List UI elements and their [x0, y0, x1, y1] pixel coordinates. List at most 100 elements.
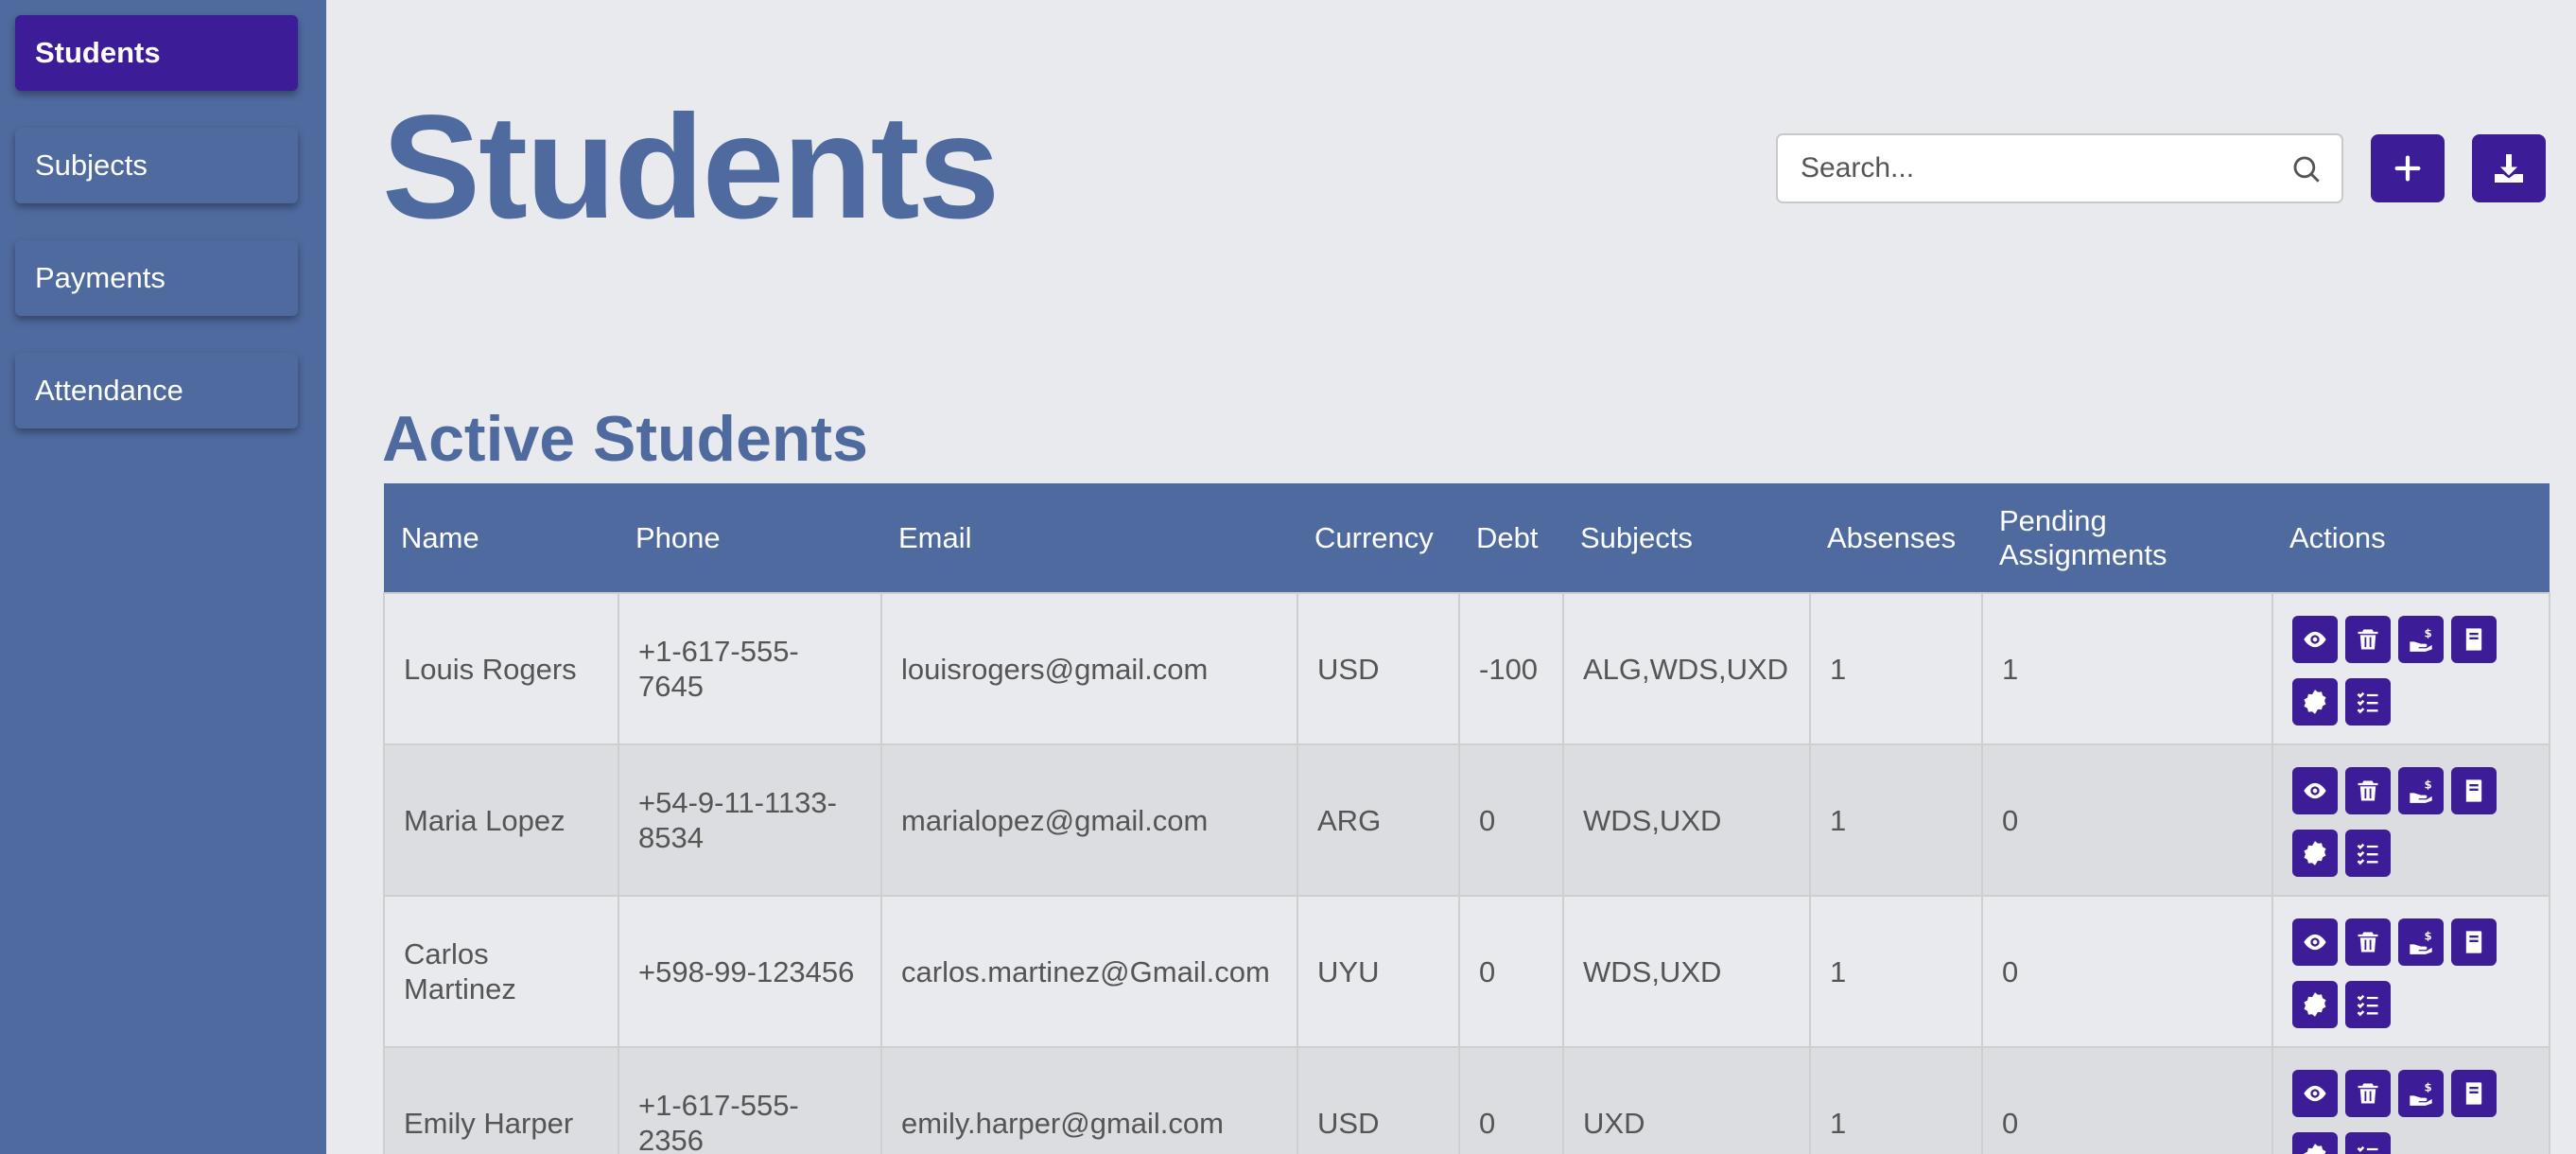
checklist-icon	[2357, 994, 2378, 1017]
cell-debt: 0	[1458, 1046, 1564, 1154]
cell-name: Louis Rogers	[383, 592, 619, 745]
checklist-button[interactable]	[2345, 1132, 2391, 1154]
payment-hand-button[interactable]: $	[2398, 767, 2444, 814]
book-icon	[2465, 931, 2482, 953]
badge-button[interactable]	[2292, 981, 2338, 1028]
payment-hand-icon: $	[2410, 778, 2432, 803]
cell-phone: +54-9-11-1133-8534	[618, 743, 882, 897]
eye-icon	[2304, 934, 2326, 951]
sidebar-item-payments[interactable]: Payments	[15, 240, 298, 316]
sidebar-item-attendance[interactable]: Attendance	[15, 353, 298, 428]
cell-subjects: WDS,UXD	[1562, 743, 1811, 897]
sidebar-item-subjects[interactable]: Subjects	[15, 128, 298, 203]
cell-subjects: ALG,WDS,UXD	[1562, 592, 1811, 745]
students-table: Name Phone Email Currency Debt Subjects …	[383, 483, 2550, 1154]
cell-debt: -100	[1458, 592, 1564, 745]
cell-debt: 0	[1458, 743, 1564, 897]
col-header-subjects[interactable]: Subjects	[1563, 483, 1810, 593]
add-student-button[interactable]	[2371, 134, 2445, 202]
book-button[interactable]	[2451, 918, 2497, 966]
cell-pending: 0	[1981, 895, 2273, 1048]
trash-icon	[2358, 780, 2378, 801]
badge-button[interactable]	[2292, 678, 2338, 726]
payment-hand-button[interactable]: $	[2398, 918, 2444, 966]
table-row: Maria Lopez +54-9-11-1133-8534 marialopez@…	[383, 743, 2550, 897]
badge-icon	[2304, 841, 2326, 866]
book-button[interactable]	[2451, 1070, 2497, 1117]
cell-currency: USD	[1297, 1046, 1460, 1154]
checklist-icon	[2357, 843, 2378, 866]
cell-phone: +1-617-555-7645	[618, 592, 882, 745]
cell-absenses: 1	[1809, 743, 1983, 897]
eye-icon	[2304, 1085, 2326, 1102]
cell-pending: 0	[1981, 743, 2273, 897]
cell-email: emily.harper@gmail.com	[880, 1046, 1298, 1154]
col-header-actions: Actions	[2272, 483, 2550, 593]
checklist-button[interactable]	[2345, 830, 2391, 877]
sidebar-item-students[interactable]: Students	[15, 15, 298, 91]
eye-button[interactable]	[2292, 616, 2338, 663]
col-header-absenses[interactable]: Absenses	[1810, 483, 1982, 593]
table-header-row: Name Phone Email Currency Debt Subjects …	[384, 483, 2550, 593]
col-header-email[interactable]: Email	[881, 483, 1297, 593]
download-icon	[2495, 154, 2523, 183]
cell-absenses: 1	[1809, 1046, 1983, 1154]
payment-hand-icon: $	[2410, 1081, 2432, 1106]
badge-icon	[2304, 690, 2326, 714]
search-icon[interactable]	[2290, 153, 2323, 185]
book-icon	[2465, 628, 2482, 651]
col-header-currency[interactable]: Currency	[1297, 483, 1459, 593]
cell-currency: ARG	[1297, 743, 1460, 897]
table-row: Emily Harper +1-617-555-2356 emily.harper@…	[383, 1046, 2550, 1154]
svg-text:$: $	[2425, 778, 2432, 792]
cell-subjects: WDS,UXD	[1562, 895, 1811, 1048]
book-button[interactable]	[2451, 767, 2497, 814]
book-icon	[2465, 779, 2482, 802]
eye-button[interactable]	[2292, 1070, 2338, 1117]
svg-text:$: $	[2425, 1081, 2432, 1094]
badge-button[interactable]	[2292, 1132, 2338, 1154]
eye-icon	[2304, 631, 2326, 648]
checklist-button[interactable]	[2345, 678, 2391, 726]
payment-hand-icon: $	[2410, 627, 2432, 652]
row-actions: $	[2292, 763, 2500, 877]
cell-actions: $	[2271, 1046, 2550, 1154]
cell-phone: +598-99-123456	[618, 895, 882, 1048]
table-row: Carlos Martinez +598-99-123456 carlos.mart…	[383, 895, 2550, 1048]
sidebar: Students Subjects Payments Attendance	[0, 0, 326, 1154]
trash-icon	[2358, 932, 2378, 953]
trash-icon	[2358, 629, 2378, 650]
badge-button[interactable]	[2292, 830, 2338, 877]
trash-button[interactable]	[2345, 616, 2391, 663]
eye-icon	[2304, 782, 2326, 799]
checklist-icon	[2357, 1145, 2378, 1154]
row-actions: $	[2292, 1066, 2500, 1154]
eye-button[interactable]	[2292, 918, 2338, 966]
payment-hand-button[interactable]: $	[2398, 616, 2444, 663]
checklist-button[interactable]	[2345, 981, 2391, 1028]
svg-text:$: $	[2425, 930, 2432, 943]
payment-hand-button[interactable]: $	[2398, 1070, 2444, 1117]
trash-button[interactable]	[2345, 767, 2391, 814]
search-box	[1776, 133, 2343, 203]
download-button[interactable]	[2472, 134, 2546, 202]
eye-button[interactable]	[2292, 767, 2338, 814]
search-input[interactable]	[1801, 135, 2273, 201]
cell-subjects: UXD	[1562, 1046, 1811, 1154]
col-header-name[interactable]: Name	[384, 483, 618, 593]
trash-button[interactable]	[2345, 918, 2391, 966]
col-header-debt[interactable]: Debt	[1459, 483, 1563, 593]
col-header-pending[interactable]: Pending Assignments	[1982, 483, 2272, 593]
badge-icon	[2304, 1144, 2326, 1154]
book-button[interactable]	[2451, 616, 2497, 663]
col-header-phone[interactable]: Phone	[618, 483, 881, 593]
cell-phone: +1-617-555-2356	[618, 1046, 882, 1154]
cell-actions: $	[2271, 592, 2550, 745]
cell-absenses: 1	[1809, 592, 1983, 745]
trash-icon	[2358, 1083, 2378, 1104]
cell-email: louisrogers@gmail.com	[880, 592, 1298, 745]
trash-button[interactable]	[2345, 1070, 2391, 1117]
row-actions: $	[2292, 915, 2500, 1028]
cell-name: Maria Lopez	[383, 743, 619, 897]
checklist-icon	[2357, 691, 2378, 714]
